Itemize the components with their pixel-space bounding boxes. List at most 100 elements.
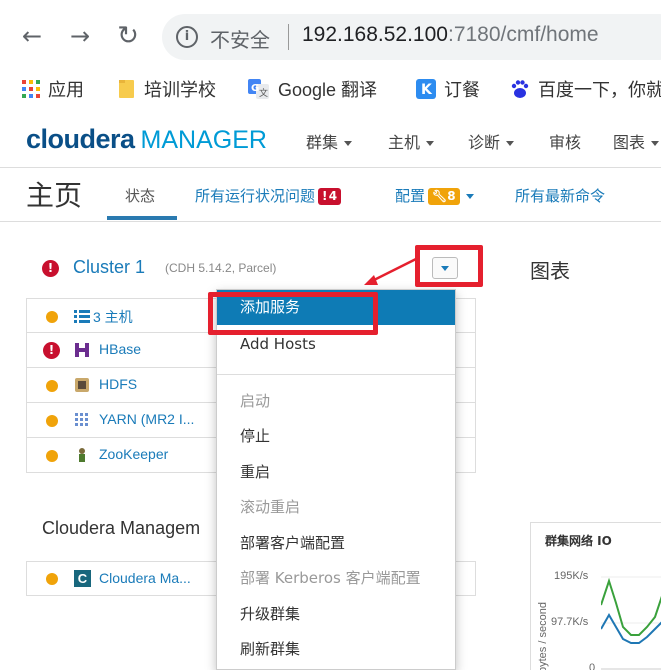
config-count: 8 — [447, 189, 456, 203]
nav-label: 主机 — [388, 133, 421, 152]
bookmark-label: 订餐 — [444, 80, 480, 100]
chart-y-axis-label: bytes / second — [537, 602, 549, 670]
cluster-error-icon: ! — [42, 260, 59, 277]
service-link[interactable]: HBase — [99, 341, 141, 357]
google-translate-icon: G文 — [248, 78, 270, 104]
tab-status[interactable]: 状态 — [125, 185, 155, 206]
nav-charts[interactable]: 图表 — [613, 129, 660, 153]
warning-status-icon — [46, 573, 58, 585]
tab-all-recent-commands[interactable]: 所有最新命令 — [515, 185, 605, 206]
service-link[interactable]: HDFS — [99, 376, 137, 392]
cloudera-management-icon: C — [74, 570, 91, 587]
nav-label: 图表 — [613, 133, 646, 152]
bookmark-label: 培训学校 — [144, 80, 216, 100]
menu-item-restart[interactable]: 重启 — [217, 455, 455, 490]
chevron-down-icon — [426, 141, 435, 146]
config-badge: 🔧︎8 — [428, 188, 460, 205]
menu-item-rolling-restart: 滚动重启 — [240, 498, 301, 516]
service-link[interactable]: ZooKeeper — [99, 446, 168, 462]
tab-label: 状态 — [125, 187, 156, 205]
nav-label: 诊断 — [468, 133, 501, 152]
management-service-title: Cloudera Managem — [42, 518, 201, 538]
k-app-icon: K — [416, 78, 436, 104]
bookmark-google-translate[interactable]: G文 Google 翻译 — [248, 76, 377, 104]
browser-toolbar: ← → ↻ i 不安全 192.168.52.100:7180/cmf/home — [0, 0, 661, 76]
hdfs-icon — [74, 377, 90, 393]
service-link[interactable]: Cloudera Ma... — [99, 570, 191, 586]
chart-y-tick: 97.7K/s — [551, 616, 589, 628]
insecure-label: 不安全 — [210, 28, 270, 52]
cm-header: cloudera MANAGER 群集 主机 诊断 审核 图表 — [0, 112, 661, 168]
bookmark-apps[interactable]: 应用 — [22, 76, 84, 103]
menu-item-refresh-cluster[interactable]: 刷新群集 — [217, 632, 455, 667]
nav-clusters[interactable]: 群集 — [306, 129, 353, 153]
error-status-icon: ! — [43, 342, 60, 359]
health-issues-count: 4 — [328, 189, 338, 203]
yarn-icon — [74, 412, 90, 428]
warning-status-icon — [46, 311, 58, 323]
logo-manager: MANAGER — [140, 126, 267, 154]
menu-item-deploy-kerberos-client-config: 部署 Kerberos 客户端配置 — [240, 569, 421, 587]
bookmark-order-food[interactable]: K 订餐 — [416, 76, 480, 104]
chevron-down-icon — [344, 141, 353, 146]
chevron-down-icon — [651, 141, 660, 146]
forward-arrow-icon[interactable]: → — [66, 22, 94, 50]
address-separator — [288, 24, 289, 50]
page-tabs-bar: 主页 状态 所有运行状况问题! 4 配置 🔧︎8 所有最新命令 — [0, 168, 661, 222]
service-link[interactable]: YARN (MR2 I... — [99, 411, 194, 427]
nav-diagnostics[interactable]: 诊断 — [468, 129, 515, 153]
tab-configuration[interactable]: 配置 🔧︎8 — [395, 185, 474, 206]
chevron-down-icon — [465, 194, 474, 199]
annotation-arrow-icon — [364, 257, 417, 285]
back-arrow-icon[interactable]: ← — [18, 22, 46, 50]
tab-label: 配置 — [395, 187, 426, 205]
menu-item-deploy-client-config[interactable]: 部署客户端配置 — [217, 526, 455, 561]
menu-item-stop[interactable]: 停止 — [217, 419, 455, 454]
zookeeper-icon — [74, 447, 90, 463]
svg-text:G: G — [251, 83, 259, 94]
bookmark-label: Google 翻译 — [278, 80, 378, 100]
warning-status-icon — [46, 380, 58, 392]
exclamation-icon: ! — [322, 189, 328, 203]
warning-status-icon — [46, 450, 58, 462]
warning-status-icon — [46, 415, 58, 427]
hbase-icon — [74, 342, 90, 358]
bookmark-baidu[interactable]: 百度一下，你就 — [510, 76, 661, 104]
url-text[interactable]: 192.168.52.100:7180/cmf/home — [302, 23, 599, 47]
chart-plot-area — [601, 576, 661, 670]
baidu-paw-icon — [510, 79, 530, 104]
tab-label: 所有最新命令 — [515, 187, 606, 205]
chart-series-line — [601, 577, 661, 636]
apps-grid-icon — [22, 79, 40, 103]
menu-item-start: 启动 — [240, 392, 271, 410]
address-bar[interactable]: i 不安全 192.168.52.100:7180/cmf/home — [162, 14, 661, 60]
cluster-version: (CDH 5.14.2, Parcel) — [165, 261, 277, 275]
chart-y-tick: 0 — [589, 662, 596, 670]
annotation-highlight-dropdown — [415, 245, 483, 287]
nav-label: 审核 — [549, 133, 582, 152]
service-link[interactable]: 3 主机 — [93, 307, 133, 327]
health-issues-badge: ! 4 — [318, 188, 342, 205]
svg-text:文: 文 — [259, 87, 268, 99]
reload-icon[interactable]: ↻ — [114, 22, 142, 50]
chart-title: 群集网络 IO — [545, 534, 612, 548]
cluster-actions-menu: 添加服务 Add Hosts 启动 停止 重启 滚动重启 部署客户端配置 部署 … — [216, 289, 456, 670]
info-icon[interactable]: i — [176, 26, 198, 48]
bookmark-label: 应用 — [48, 80, 84, 100]
annotation-highlight-add-service — [208, 292, 378, 335]
logo-cloudera: cloudera — [26, 124, 135, 154]
url-path: :7180/cmf/home — [447, 23, 599, 46]
charts-section-title: 图表 — [530, 259, 570, 283]
nav-hosts[interactable]: 主机 — [388, 129, 435, 153]
page-title: 主页 — [26, 179, 83, 212]
hosts-list-icon — [74, 308, 90, 324]
nav-audits[interactable]: 审核 — [549, 129, 581, 153]
tab-all-health-issues[interactable]: 所有运行状况问题! 4 — [195, 185, 342, 206]
cloudera-manager-logo[interactable]: cloudera MANAGER — [26, 124, 267, 155]
menu-item-upgrade-cluster[interactable]: 升级群集 — [217, 597, 455, 632]
chevron-down-icon — [506, 141, 515, 146]
menu-divider — [217, 374, 455, 375]
cluster-network-io-chart[interactable]: 群集网络 IO bytes / second 195K/s 97.7K/s 0 — [530, 522, 661, 670]
cluster-name-link[interactable]: Cluster 1 — [73, 257, 145, 278]
bookmark-training-school[interactable]: 培训学校 — [118, 76, 216, 104]
